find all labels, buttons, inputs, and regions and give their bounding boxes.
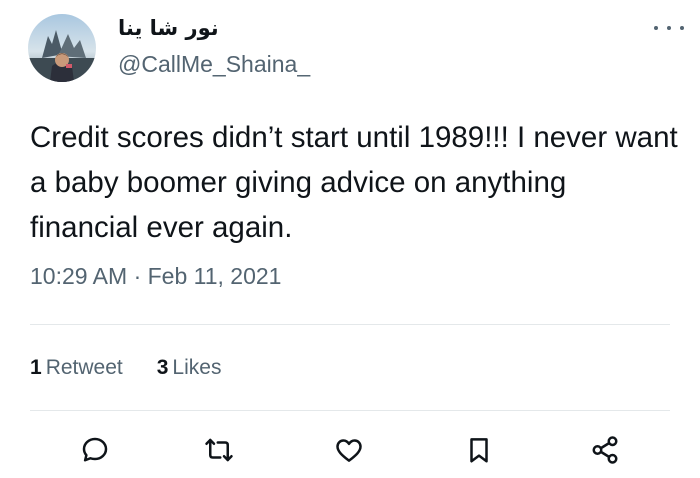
retweet-button[interactable]: [202, 433, 236, 467]
action-bar: [0, 433, 700, 473]
tweet-text: Credit scores didn’t start until 1989!!!…: [30, 121, 678, 244]
display-name[interactable]: نور شا ينا: [118, 16, 219, 40]
avatar[interactable]: [28, 14, 96, 82]
more-options-icon[interactable]: [654, 18, 684, 38]
like-stat[interactable]: 3 Likes: [157, 356, 222, 380]
bookmark-icon: [470, 438, 488, 463]
like-button[interactable]: [332, 433, 366, 467]
like-count: 3: [156, 356, 169, 379]
retweet-stat[interactable]: 1 Retweet: [30, 356, 123, 380]
tweet-card: نور شا ينا @CallMe_Shaina_ Credit scores…: [0, 0, 700, 478]
share-icon: [592, 436, 618, 464]
retweet-count: 1: [30, 356, 42, 379]
reply-button[interactable]: [78, 433, 112, 467]
tweet-timestamp[interactable]: 10:29 AM · Feb 11, 2021: [30, 263, 281, 290]
share-button[interactable]: [588, 433, 622, 467]
heart-icon: [336, 439, 362, 462]
reply-icon: [82, 437, 108, 462]
more-dot: [680, 26, 684, 30]
retweet-icon: [205, 438, 233, 462]
retweet-label: Retweet: [45, 356, 123, 379]
bookmark-button[interactable]: [462, 433, 496, 467]
like-label: Likes: [172, 356, 222, 379]
more-dot: [667, 26, 671, 30]
divider: [30, 324, 670, 325]
divider: [30, 410, 670, 411]
user-handle[interactable]: @CallMe_Shaina_: [118, 51, 310, 78]
avatar-photo: [28, 14, 96, 82]
more-dot: [654, 26, 658, 30]
engagement-stats: 1 Retweet 3 Likes: [30, 356, 221, 380]
